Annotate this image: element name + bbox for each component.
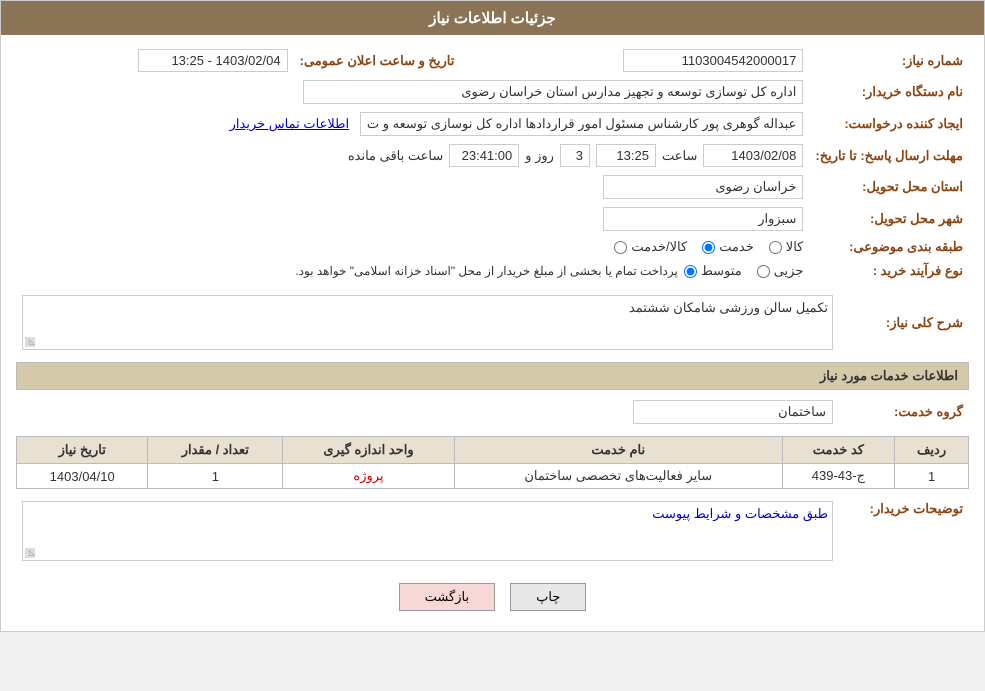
jozii-option[interactable]: جزیی: [757, 263, 804, 279]
print-button[interactable]: چاپ: [510, 583, 586, 611]
sharh-label: شرح کلی نیاز:: [839, 291, 969, 354]
buttons-row: چاپ بازگشت: [16, 573, 969, 621]
back-button[interactable]: بازگشت: [399, 583, 495, 611]
ijadKonande-value: عبداله گوهری پور کارشناس مسئول امور قرار…: [360, 112, 803, 136]
cell-tedad: 1: [148, 464, 283, 489]
kala-label: کالا: [786, 239, 804, 255]
kala-khadamat-label: کالا/خدمت: [631, 239, 687, 255]
remaining-value: 23:41:00: [449, 144, 519, 167]
roz-value: 3: [560, 144, 590, 167]
shomareNiaz-label: شماره نیاز:: [809, 45, 969, 76]
resize-handle: ◺: [25, 337, 35, 347]
table-row: 1 ج-43-439 سایر فعالیت‌های تخصصی ساختمان…: [17, 464, 969, 489]
time-label: ساعت: [662, 148, 697, 164]
tarikho-label: تاریخ و ساعت اعلان عمومی:: [294, 45, 461, 76]
cell-kod: ج-43-439: [782, 464, 894, 489]
time-value: 13:25: [596, 144, 656, 167]
kala-khadamat-radio[interactable]: [614, 241, 627, 254]
ijadKonande-label: ایجاد کننده درخواست:: [809, 108, 969, 140]
roz-label: روز و: [525, 148, 554, 164]
kala-radio[interactable]: [769, 241, 782, 254]
services-header-text: اطلاعات خدمات مورد نیاز: [820, 368, 958, 383]
namDastgah-label: نام دستگاه خریدار:: [809, 76, 969, 108]
tabaqe-kala[interactable]: کالا: [769, 239, 804, 255]
farayand-note: پرداخت تمام یا بخشی از مبلغ خریدار از مح…: [295, 264, 678, 278]
khadamat-radio[interactable]: [702, 241, 715, 254]
khadamat-label: خدمت: [719, 239, 754, 255]
geroh-value: ساختمان: [633, 400, 833, 424]
tarikho-value: 1403/02/04 - 13:25: [138, 49, 288, 72]
motavaset-label: متوسط: [701, 263, 742, 279]
contact-link[interactable]: اطلاعات تماس خریدار: [230, 116, 349, 131]
cell-radif: 1: [895, 464, 969, 489]
remaining-label: ساعت باقی مانده: [348, 148, 443, 164]
shahr-value: سبزوار: [603, 207, 803, 231]
ostan-label: استان محل تحویل:: [809, 171, 969, 203]
page-title: جزئیات اطلاعات نیاز: [429, 10, 556, 27]
shahr-label: شهر محل تحویل:: [809, 203, 969, 235]
motavaset-option[interactable]: متوسط: [684, 263, 742, 279]
geroh-label: گروه خدمت:: [839, 396, 969, 428]
tozihat-label: توضیحات خریدار:: [839, 497, 969, 565]
namDastgah-value: اداره کل توسازی توسعه و تجهیز مدارس استا…: [303, 80, 803, 104]
ostan-value: خراسان رضوی: [603, 175, 803, 199]
col-radif: ردیف: [895, 437, 969, 464]
cell-nam: سایر فعالیت‌های تخصصی ساختمان: [454, 464, 782, 489]
services-table: ردیف کد خدمت نام خدمت واحد اندازه گیری ت…: [16, 436, 969, 489]
cell-vahed: پروژه: [283, 464, 455, 489]
tozihat-resize-handle: ◺: [25, 548, 35, 558]
motavaset-radio[interactable]: [684, 265, 697, 278]
sharh-value: تکمیل سالن ورزشی شامکان ششتمد: [27, 300, 828, 316]
jozii-label: جزیی: [774, 263, 804, 279]
jozii-radio[interactable]: [757, 265, 770, 278]
mohlatErsal-label: مهلت ارسال پاسخ: تا تاریخ:: [809, 140, 969, 171]
tabaqe-kala-khadamat[interactable]: کالا/خدمت: [614, 239, 687, 255]
tozihat-value: طبق مشخصات و شرایط پیوست: [27, 506, 828, 522]
shomareNiaz-value: 1103004542000017: [623, 49, 803, 72]
noeFarayand-label: نوع فرآیند خرید :: [809, 259, 969, 283]
col-kod: کد خدمت: [782, 437, 894, 464]
date-value: 1403/02/08: [703, 144, 803, 167]
col-vahed: واحد اندازه گیری: [283, 437, 455, 464]
tabaqe-khadamat[interactable]: خدمت: [702, 239, 754, 255]
page-header: جزئیات اطلاعات نیاز: [1, 1, 984, 35]
cell-tarikh: 1403/04/10: [17, 464, 148, 489]
col-nam: نام خدمت: [454, 437, 782, 464]
services-section-header: اطلاعات خدمات مورد نیاز: [16, 362, 969, 390]
col-tarikh: تاریخ نیاز: [17, 437, 148, 464]
tabaqe-label: طبقه بندی موضوعی:: [809, 235, 969, 259]
col-tedad: تعداد / مقدار: [148, 437, 283, 464]
